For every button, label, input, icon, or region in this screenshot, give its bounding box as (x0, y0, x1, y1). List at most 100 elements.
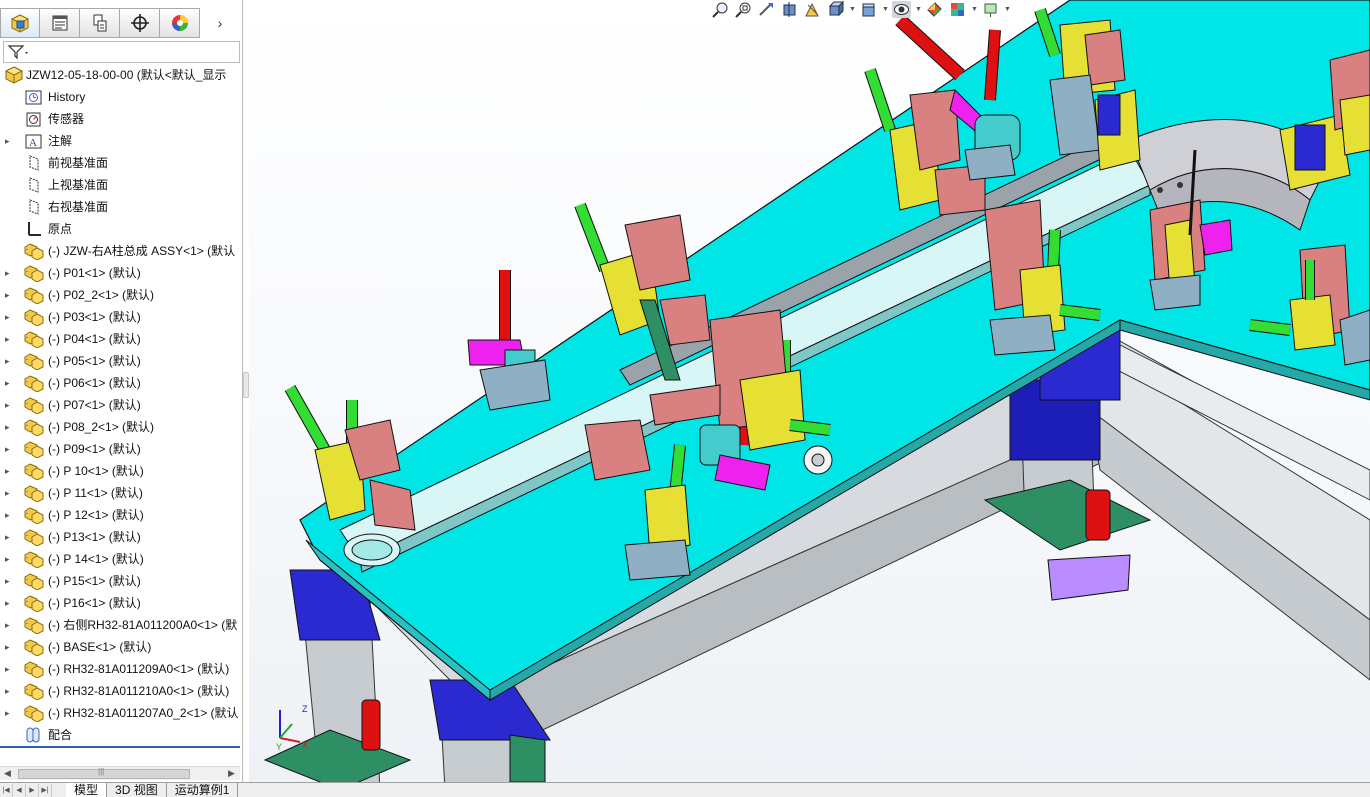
expand-arrow-icon[interactable]: ▸ (5, 531, 13, 543)
expand-arrow-icon[interactable]: ▸ (5, 685, 13, 697)
tree-item[interactable]: ▸ - (-) 右侧RH32-81A011200A0<1> (默 (0, 614, 243, 636)
expand-arrow-icon[interactable]: ▸ (5, 399, 13, 411)
tree-item[interactable]: 上视基准面 (0, 174, 243, 196)
zoom-to-area-button[interactable] (734, 1, 753, 18)
zoom-to-fit-button[interactable] (711, 1, 730, 18)
dropdown-arrow-icon[interactable]: ▼ (849, 6, 856, 13)
table-top[interactable] (299, 0, 1370, 702)
tab-model[interactable]: 模型 (66, 782, 108, 797)
hide-show-button[interactable] (892, 0, 911, 18)
expand-arrow-icon[interactable]: ▸ (5, 311, 13, 323)
previous-view-icon (759, 2, 773, 16)
tree-item[interactable]: ▸ - (-) P 10<1> (默认) (0, 460, 243, 482)
property-manager-tab[interactable] (40, 8, 80, 38)
scroll-right-arrow-icon[interactable]: ▶ (228, 768, 235, 779)
tree-item[interactable]: ▸ - (-) P13<1> (默认) (0, 526, 243, 548)
prev-tab-button[interactable]: ◀ (13, 783, 26, 797)
tree-item[interactable]: ▸ - (-) P15<1> (默认) (0, 570, 243, 592)
tree-item[interactable]: ▸ - (-) P06<1> (默认) (0, 372, 243, 394)
svg-text:-: - (26, 709, 28, 715)
view-settings-button[interactable] (981, 1, 1000, 18)
tree-item[interactable]: ▸ - (-) P08_2<1> (默认) (0, 416, 243, 438)
tree-item[interactable]: ▸ - (-) RH32-81A011210A0<1> (默认) (0, 680, 243, 702)
tree-item[interactable]: History (0, 86, 243, 108)
tree-item[interactable]: 原点 (0, 218, 243, 240)
dynamic-annotation-button[interactable] (803, 1, 822, 18)
svg-text:-: - (26, 577, 28, 583)
scroll-left-arrow-icon[interactable]: ◀ (4, 768, 11, 779)
expand-arrow-icon[interactable]: ▸ (5, 267, 13, 279)
expand-arrow-icon[interactable]: ▸ (5, 377, 13, 389)
expand-arrow-icon[interactable]: ▸ (5, 509, 13, 521)
subassembly-icon: - (24, 529, 44, 546)
tree-item[interactable]: ▸ - (-) P16<1> (默认) (0, 592, 243, 614)
dropdown-arrow-icon[interactable]: ▼ (915, 6, 922, 13)
tree-item[interactable]: ▸ - (-) P07<1> (默认) (0, 394, 243, 416)
expand-arrow-icon[interactable]: ▸ (5, 619, 13, 631)
expand-arrow-icon[interactable]: ▸ (5, 355, 13, 367)
last-tab-button[interactable]: ▶| (39, 783, 52, 797)
feature-manager-tab[interactable] (0, 8, 40, 38)
tree-root-assembly[interactable]: JZW12-05-18-00-00 (默认<默认_显示 (0, 64, 243, 86)
tree-item[interactable]: ▸ - (-) P01<1> (默认) (0, 262, 243, 284)
display-manager-tab[interactable] (160, 8, 200, 38)
tree-item-label: (-) BASE<1> (默认) (48, 640, 152, 654)
tree-item[interactable]: - (-) JZW-右A柱总成 ASSY<1> (默认 (0, 240, 243, 262)
view-orientation-button[interactable] (826, 0, 845, 18)
tree-filter-field[interactable] (3, 41, 240, 63)
tree-item[interactable]: ▸ - (-) P 11<1> (默认) (0, 482, 243, 504)
fixture-model-view[interactable]: Z X Y (249, 0, 1370, 782)
expand-arrow-icon[interactable]: ▸ (5, 641, 13, 653)
expand-arrow-icon[interactable]: ▸ (5, 663, 13, 675)
expand-arrow-icon[interactable]: ▸ (5, 597, 13, 609)
configuration-manager-tab[interactable] (80, 8, 120, 38)
solidworks-window: › JZW12-05-18-00-00 (默认<默认_显示 History 传感器… (0, 0, 1370, 797)
tree-item[interactable]: ▸ - (-) P02_2<1> (默认) (0, 284, 243, 306)
previous-view-button[interactable] (757, 1, 776, 18)
tree-item[interactable]: ▸ A 注解 (0, 130, 243, 152)
tab-motion-study[interactable]: 运动算例1 (167, 782, 239, 797)
expand-arrow-icon[interactable]: ▸ (5, 465, 13, 477)
clamp-unit (284, 385, 416, 531)
tree-item[interactable]: ▸ - (-) BASE<1> (默认) (0, 636, 243, 658)
tree-item[interactable]: 配合 (0, 724, 243, 746)
expand-arrow-icon[interactable]: ▸ (5, 575, 13, 587)
subassembly-icon: - (24, 463, 44, 480)
dropdown-arrow-icon[interactable]: ▼ (882, 6, 889, 13)
edit-appearance-button[interactable] (925, 1, 944, 18)
apply-scene-button[interactable] (948, 1, 967, 18)
subassembly-icon: - (24, 683, 44, 700)
expand-arrow-icon[interactable]: ▸ (5, 443, 13, 455)
expand-arrow-icon[interactable]: ▸ (5, 421, 13, 433)
tree-item[interactable]: ▸ - (-) RH32-81A011209A0<1> (默认) (0, 658, 243, 680)
first-tab-button[interactable]: |◀ (0, 783, 13, 797)
expand-arrow-icon[interactable]: ▸ (5, 135, 13, 147)
tree-item[interactable]: ▸ - (-) P03<1> (默认) (0, 306, 243, 328)
dropdown-arrow-icon[interactable]: ▼ (1004, 6, 1011, 13)
expand-arrow-icon[interactable]: ▸ (5, 289, 13, 301)
expand-arrow-icon[interactable]: ▸ (5, 333, 13, 345)
tree-item[interactable]: ▸ - (-) RH32-81A011207A0_2<1> (默认 (0, 702, 243, 724)
panel-more-arrow[interactable]: › (200, 8, 240, 38)
dimxpert-manager-tab[interactable] (120, 8, 160, 38)
tree-item[interactable]: ▸ - (-) P04<1> (默认) (0, 328, 243, 350)
graphics-area[interactable]: Z X Y ▼ ▼ ▼ ▼ ▼ (249, 0, 1370, 782)
display-style-button[interactable] (859, 1, 878, 18)
expand-arrow-icon[interactable]: ▸ (5, 487, 13, 499)
tree-item[interactable]: 前视基准面 (0, 152, 243, 174)
tree-item[interactable]: ▸ - (-) P09<1> (默认) (0, 438, 243, 460)
tree-item[interactable]: ▸ - (-) P 14<1> (默认) (0, 548, 243, 570)
next-tab-button[interactable]: ▶ (26, 783, 39, 797)
tab-3d-view[interactable]: 3D 视图 (107, 782, 167, 797)
display-style-icon (862, 3, 875, 16)
tree-item[interactable]: ▸ - (-) P05<1> (默认) (0, 350, 243, 372)
tree-item[interactable]: 右视基准面 (0, 196, 243, 218)
tree-item[interactable]: 传感器 (0, 108, 243, 130)
expand-arrow-icon[interactable]: ▸ (5, 553, 13, 565)
tree-item[interactable]: ▸ - (-) P 12<1> (默认) (0, 504, 243, 526)
section-view-button[interactable] (780, 1, 799, 18)
panel-horizontal-scrollbar[interactable]: ◀ ||| ▶ (0, 766, 240, 780)
dropdown-arrow-icon[interactable]: ▼ (971, 6, 978, 13)
expand-arrow-icon[interactable]: ▸ (5, 707, 13, 719)
svg-text:-: - (26, 643, 28, 649)
